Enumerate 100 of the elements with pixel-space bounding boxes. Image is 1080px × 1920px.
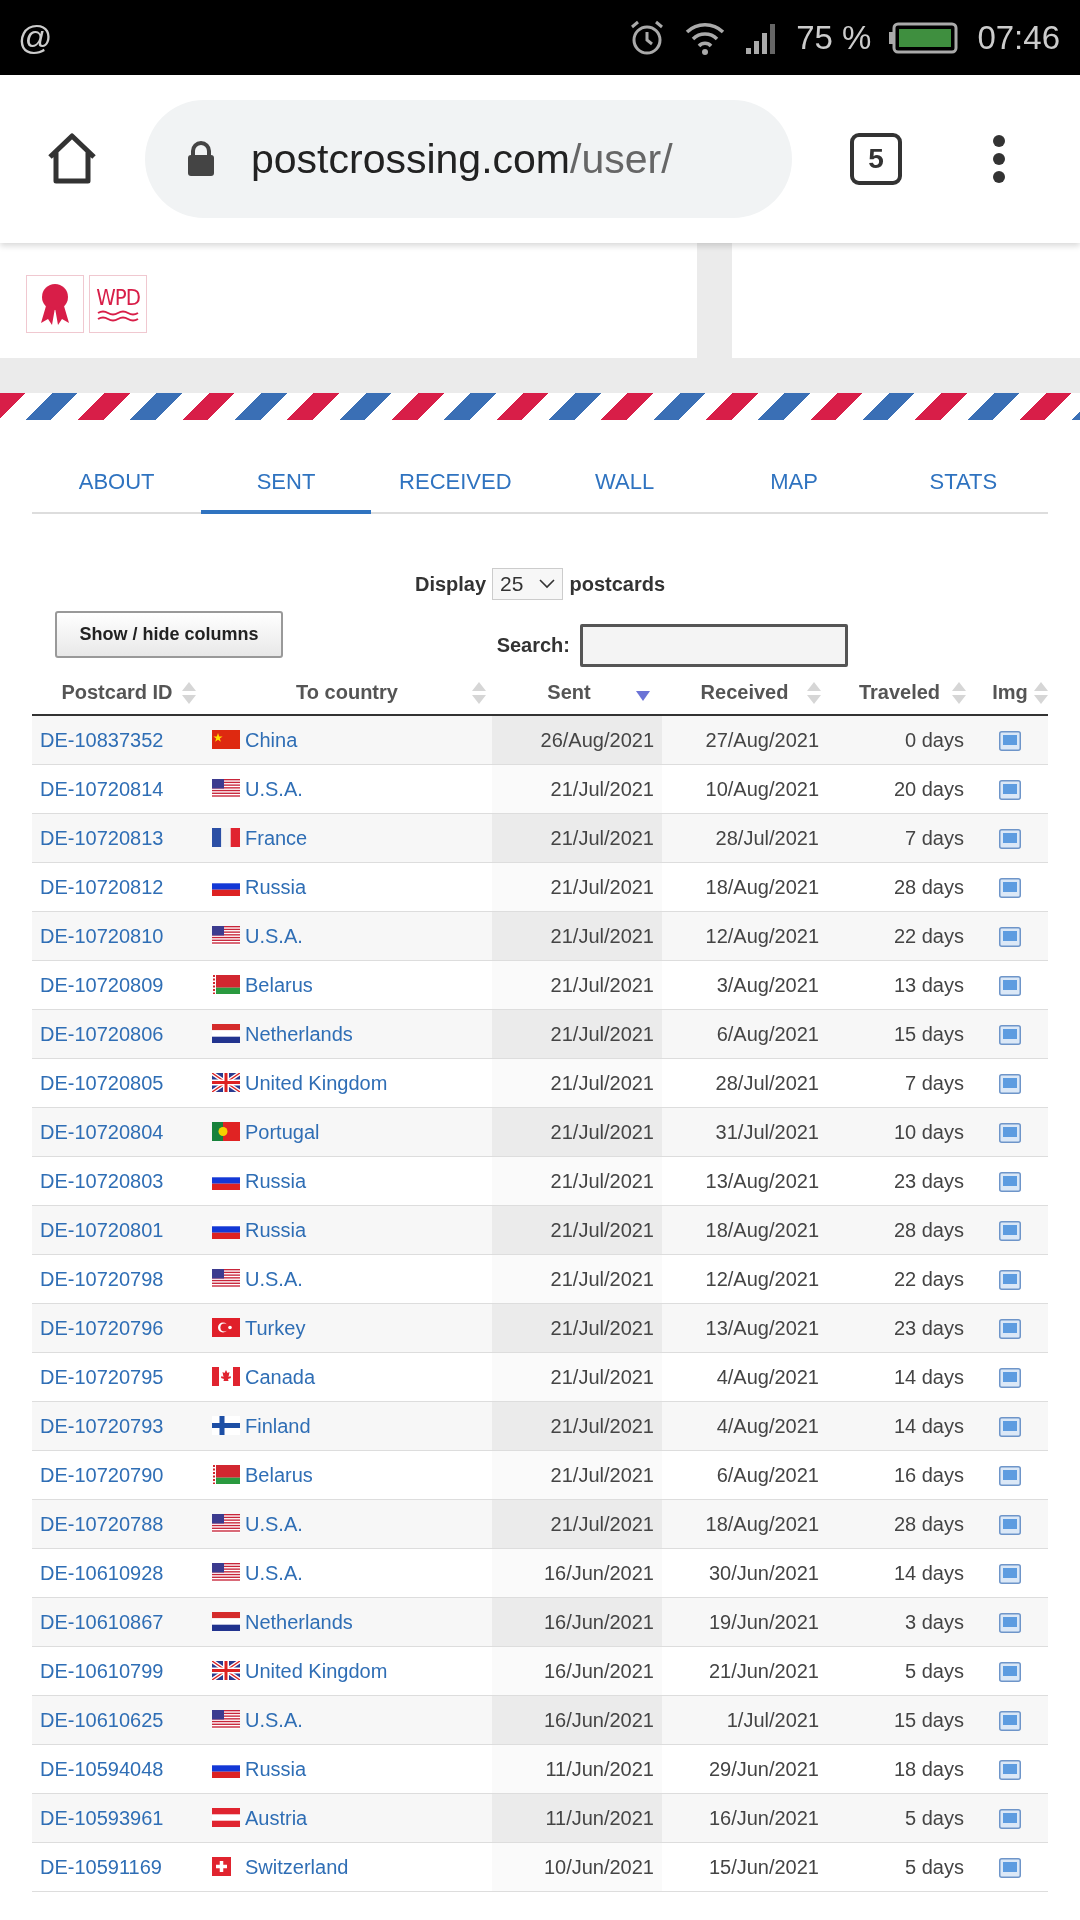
address-bar[interactable]: postcrossing.com/user/ (145, 100, 792, 218)
tab-count-button[interactable]: 5 (850, 133, 902, 185)
postcard-id-link[interactable]: DE-10720812 (40, 875, 164, 898)
image-icon[interactable] (999, 976, 1021, 997)
postcard-id-link[interactable]: DE-10610799 (40, 1659, 164, 1682)
country-link[interactable]: U.S.A. (245, 1512, 303, 1535)
image-icon[interactable] (999, 1270, 1021, 1291)
country-link[interactable]: U.S.A. (245, 1561, 303, 1584)
postcard-id-link[interactable]: DE-10720790 (40, 1463, 164, 1486)
image-icon[interactable] (999, 1025, 1021, 1046)
image-icon[interactable] (999, 1515, 1021, 1536)
flag-icon (212, 974, 240, 994)
country-link[interactable]: United Kingdom (245, 1659, 388, 1682)
column-header[interactable]: To country (296, 681, 398, 703)
postcard-id-link[interactable]: DE-10720814 (40, 777, 164, 800)
received-date: 1/Jul/2021 (726, 1708, 819, 1731)
country-link[interactable]: Netherlands (245, 1022, 353, 1045)
country-link[interactable]: Russia (245, 1757, 307, 1780)
country-link[interactable]: Portugal (245, 1120, 320, 1143)
postcard-id-link[interactable]: DE-10720795 (40, 1365, 164, 1388)
image-icon[interactable] (999, 1319, 1021, 1340)
received-date: 6/Aug/2021 (716, 1022, 819, 1045)
travel-time: 0 days (905, 728, 964, 751)
country-link[interactable]: Russia (245, 1169, 307, 1192)
image-icon[interactable] (999, 1662, 1021, 1683)
image-icon[interactable] (999, 1221, 1021, 1242)
country-link[interactable]: Switzerland (245, 1855, 349, 1878)
flag-icon (212, 1807, 240, 1827)
country-link[interactable]: Belarus (245, 973, 313, 996)
image-icon[interactable] (999, 1613, 1021, 1634)
sent-date: 21/Jul/2021 (550, 1512, 654, 1535)
travel-time: 7 days (905, 1071, 964, 1094)
sent-date: 16/Jun/2021 (543, 1610, 654, 1633)
column-header[interactable]: Postcard ID (61, 681, 173, 703)
postcard-id-link[interactable]: DE-10720805 (40, 1071, 164, 1094)
nav-tab[interactable]: RECEIVED (370, 454, 540, 514)
menu-icon[interactable] (992, 134, 1006, 184)
image-icon[interactable] (999, 1466, 1021, 1487)
page-size-select[interactable]: 25 (492, 568, 564, 600)
country-link[interactable]: United Kingdom (245, 1071, 388, 1094)
postcard-id-link[interactable]: DE-10594048 (40, 1757, 164, 1780)
show-hide-columns-button[interactable]: Show / hide columns (55, 611, 283, 658)
flag-icon (212, 1513, 240, 1533)
notification-icon: @ (18, 18, 53, 57)
country-link[interactable]: U.S.A. (245, 1267, 303, 1290)
rosette-badge[interactable] (26, 275, 84, 333)
received-date: 10/Aug/2021 (705, 777, 819, 800)
country-link[interactable]: U.S.A. (245, 924, 303, 947)
nav-tab[interactable]: STATS (878, 454, 1048, 514)
received-date: 28/Jul/2021 (715, 826, 819, 849)
nav-tab[interactable]: SENT (201, 454, 371, 514)
country-link[interactable]: Finland (245, 1414, 311, 1437)
received-date: 19/Jun/2021 (708, 1610, 819, 1633)
country-link[interactable]: Austria (245, 1806, 308, 1829)
column-header[interactable]: Sent (547, 681, 591, 703)
postcard-id-link[interactable]: DE-10610928 (40, 1561, 164, 1584)
postcard-id-link[interactable]: DE-10720803 (40, 1169, 164, 1192)
image-icon[interactable] (999, 829, 1021, 850)
postcard-id-link[interactable]: DE-10720809 (40, 973, 164, 996)
country-link[interactable]: Russia (245, 875, 307, 898)
received-date: 16/Jun/2021 (708, 1806, 819, 1829)
image-icon[interactable] (999, 1564, 1021, 1585)
travel-time: 15 days (893, 1708, 964, 1731)
column-header[interactable]: Traveled (858, 681, 941, 703)
postcard-id-link[interactable]: DE-10591169 (40, 1855, 162, 1878)
travel-time: 14 days (893, 1365, 964, 1388)
image-icon[interactable] (999, 1172, 1021, 1193)
nav-tab[interactable]: ABOUT (32, 454, 202, 514)
postcard-id-link[interactable]: DE-10720798 (40, 1267, 164, 1290)
sent-date: 21/Jul/2021 (550, 1267, 654, 1290)
nav-tab[interactable]: WALL (540, 454, 710, 514)
image-icon[interactable] (999, 1417, 1021, 1438)
country-link[interactable]: U.S.A. (245, 777, 303, 800)
image-icon[interactable] (999, 1760, 1021, 1781)
column-header[interactable]: Img (992, 681, 1028, 703)
sent-date: 11/Jun/2021 (545, 1757, 654, 1780)
nav-tab[interactable]: MAP (709, 454, 879, 514)
flag-icon (212, 1562, 240, 1582)
country-link[interactable]: Netherlands (245, 1610, 353, 1633)
image-icon[interactable] (999, 1809, 1021, 1830)
search-field[interactable] (580, 624, 848, 667)
country-link[interactable]: Belarus (245, 1463, 313, 1486)
image-icon[interactable] (999, 1123, 1021, 1144)
image-icon[interactable] (999, 878, 1021, 899)
image-icon[interactable] (999, 1074, 1021, 1095)
image-icon[interactable] (999, 731, 1021, 752)
image-icon[interactable] (999, 1858, 1021, 1879)
image-icon[interactable] (999, 927, 1021, 948)
image-icon[interactable] (999, 1711, 1021, 1732)
country-link[interactable]: Canada (245, 1365, 316, 1388)
sent-date: 21/Jul/2021 (550, 1316, 654, 1339)
country-link[interactable]: France (245, 826, 308, 849)
country-link[interactable]: Turkey (245, 1316, 306, 1339)
wpd-badge[interactable]: WPD (89, 275, 147, 333)
image-icon[interactable] (999, 1368, 1021, 1389)
column-header[interactable]: Received (700, 681, 789, 703)
country-link[interactable]: China (245, 728, 298, 751)
country-link[interactable]: U.S.A. (245, 1708, 303, 1731)
country-link[interactable]: Russia (245, 1218, 307, 1241)
image-icon[interactable] (999, 780, 1021, 801)
